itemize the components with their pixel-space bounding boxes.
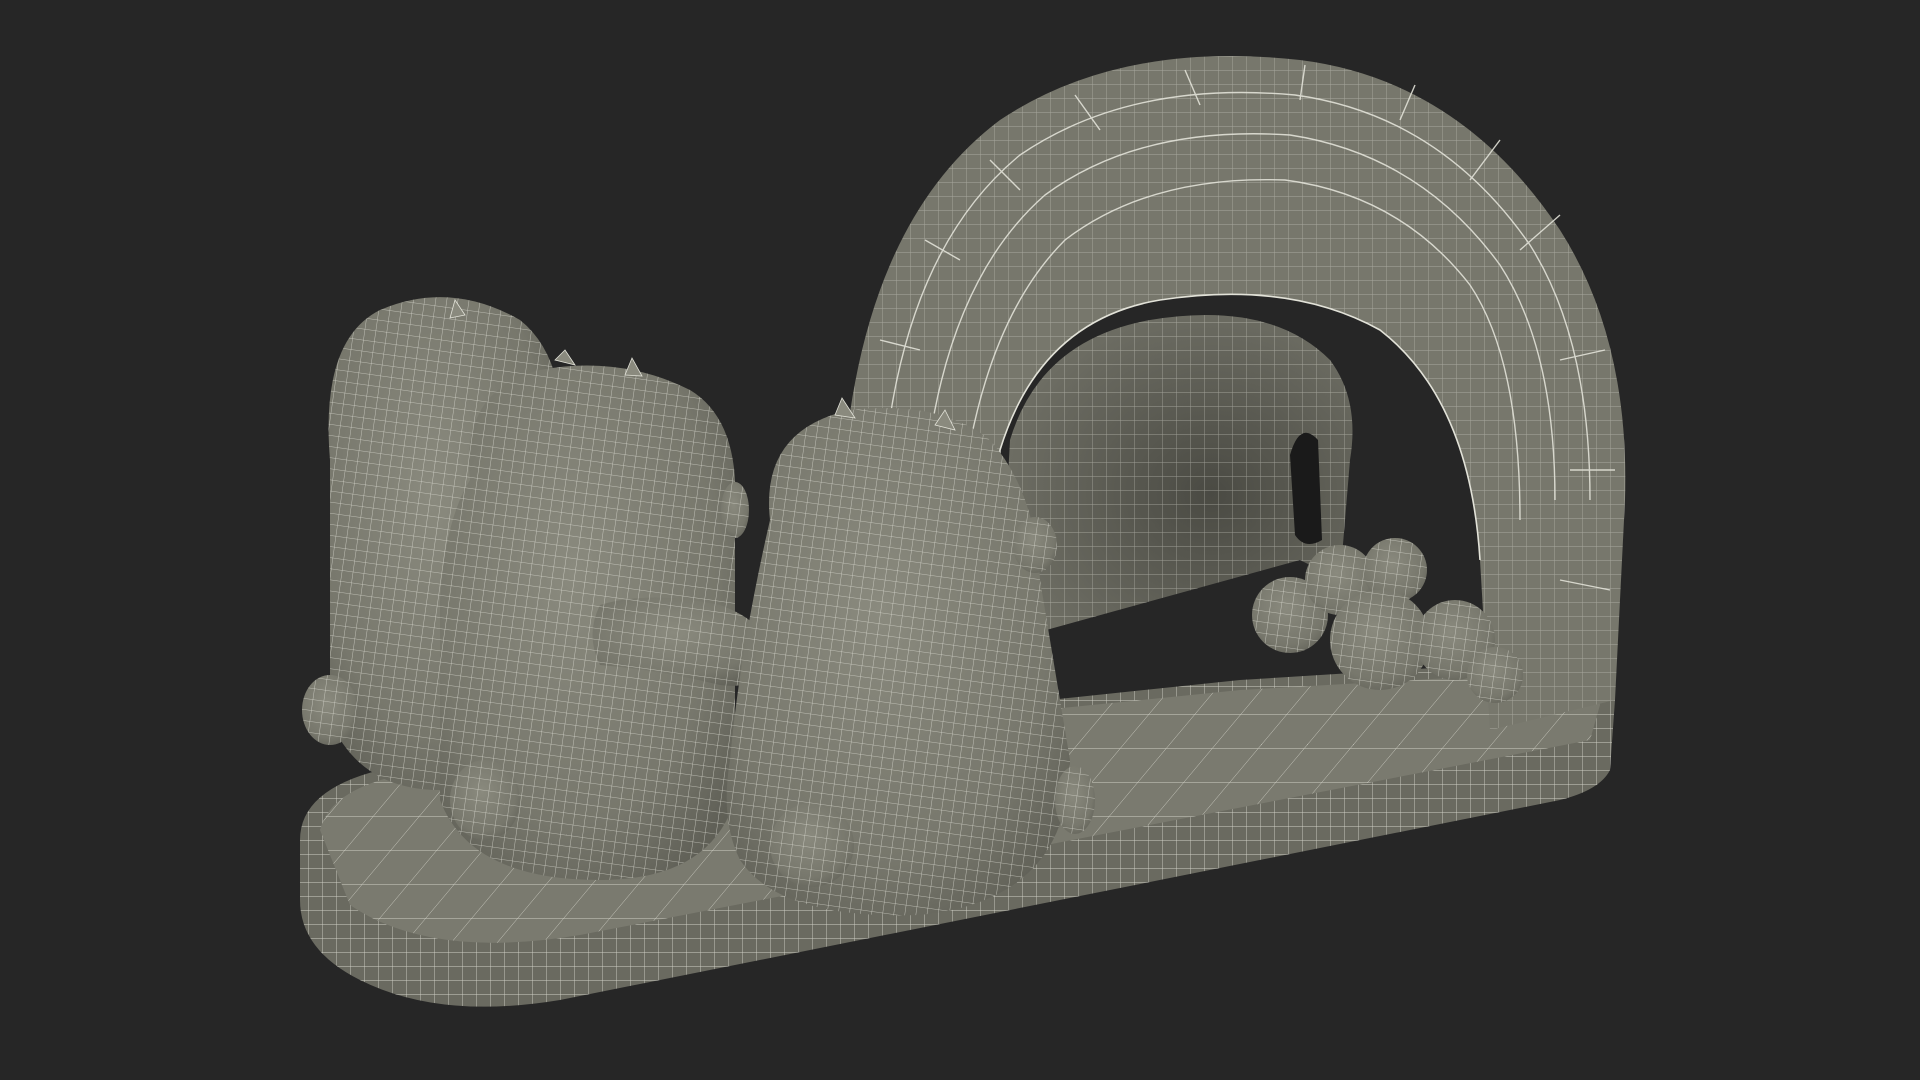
render-viewport [0,0,1920,1080]
bear-middle [440,357,771,880]
wireframe-render [300,56,1626,1007]
